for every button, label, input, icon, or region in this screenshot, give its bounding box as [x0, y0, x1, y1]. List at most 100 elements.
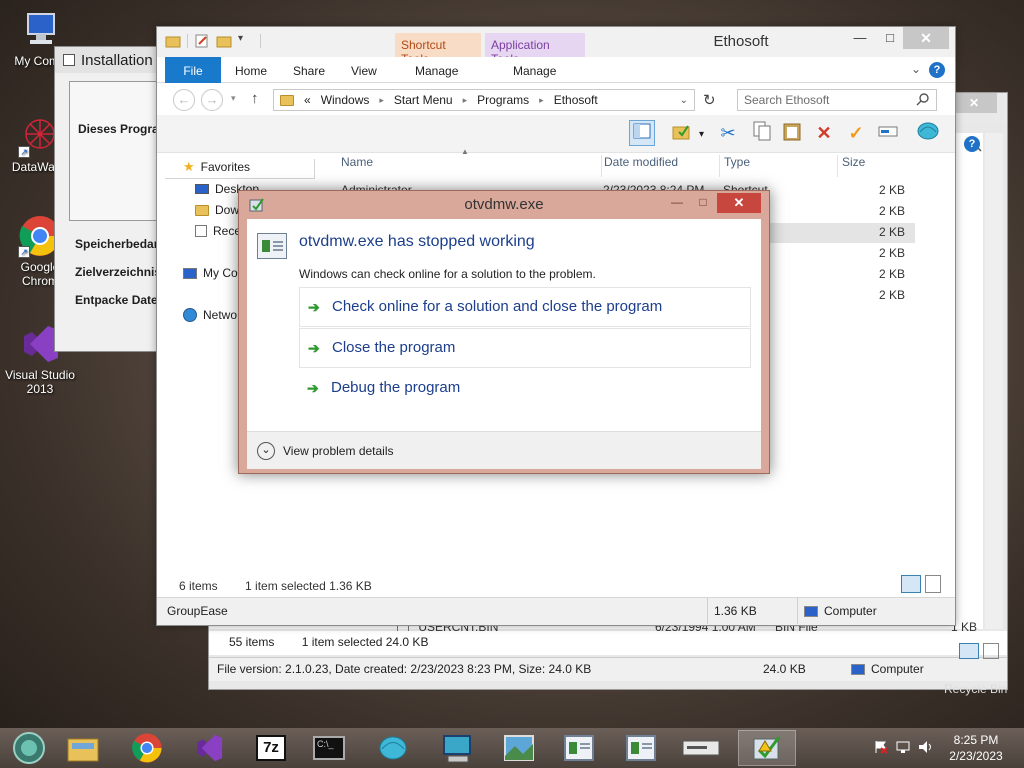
help-icon[interactable]: ? — [929, 62, 945, 78]
close-button[interactable]: ✕ — [717, 193, 761, 213]
computer-icon — [804, 605, 818, 617]
debug-program-button[interactable]: ➔ Debug the program — [299, 369, 751, 409]
command-toolbar: ▾ ✂ ✕ ✓ — [157, 115, 955, 153]
refresh-icon[interactable]: ↻ — [703, 91, 716, 109]
crash-dialog[interactable]: otvdmw.exe — □ ✕ otvdmw.exe has stopped … — [238, 190, 770, 474]
minimize-button[interactable]: — — [845, 27, 875, 49]
close-button[interactable]: ✕ — [951, 93, 997, 113]
dropdown-icon[interactable]: ▾ — [699, 129, 704, 140]
tab-share[interactable]: Share — [283, 57, 335, 83]
nav-downloads[interactable]: Dow — [195, 200, 239, 220]
close-program-button[interactable]: ➔ Close the program — [299, 328, 751, 368]
tab-file[interactable]: File — [165, 57, 221, 83]
file-size: 2 KB — [878, 225, 905, 239]
search-input[interactable]: Search Ethosoft — [737, 89, 937, 111]
recent-locations-icon[interactable]: ▾ — [231, 93, 236, 104]
nav-recent[interactable]: Rece — [195, 221, 241, 241]
window-titlebar: ▾ Shortcut Tools Application Tools Ethos… — [157, 27, 955, 66]
large-icons-view-icon[interactable] — [925, 575, 941, 593]
tab-manage-application[interactable]: Manage — [503, 57, 566, 83]
app-window-icon[interactable] — [550, 730, 608, 766]
breadcrumb-start-menu[interactable]: Start Menu — [394, 93, 453, 107]
tab-manage-shortcut[interactable]: Manage — [405, 57, 468, 83]
visual-studio-icon[interactable] — [180, 730, 238, 766]
up-arrow-icon[interactable]: ↑ — [251, 90, 259, 107]
chevron-right-icon[interactable]: ▸ — [379, 95, 384, 106]
breadcrumb-windows[interactable]: Windows — [321, 93, 370, 107]
view-toggle[interactable] — [959, 643, 999, 659]
view-toggle[interactable] — [901, 575, 941, 593]
column-header-size[interactable]: Size — [837, 155, 865, 177]
7zip-icon[interactable]: 7z — [242, 730, 300, 766]
search-icon[interactable] — [916, 92, 930, 109]
column-header-date[interactable]: Date modified — [601, 155, 678, 177]
back-button[interactable]: ← — [173, 89, 195, 111]
console-icon[interactable]: C:\_ — [300, 730, 358, 766]
green-arrow-icon: ➔ — [308, 340, 320, 356]
forward-button[interactable]: → — [201, 89, 223, 111]
vertical-scrollbar[interactable] — [985, 133, 1003, 629]
installer-icon[interactable] — [738, 730, 796, 766]
extract-files-label: Entpacke Date — [75, 293, 158, 307]
minimize-button[interactable]: — — [665, 195, 689, 211]
dialog-footer: ⌄ View problem details — [247, 431, 761, 469]
details-bar: File version: 2.1.0.23, Date created: 2/… — [209, 657, 1007, 681]
preview-pane-icon[interactable] — [629, 120, 655, 146]
network-icon[interactable] — [896, 740, 910, 757]
breadcrumb-overflow[interactable]: « — [304, 93, 311, 107]
computer-icon — [183, 267, 197, 279]
chevron-right-icon[interactable]: ▸ — [539, 95, 544, 106]
clock-date: 2/23/2023 — [949, 749, 1003, 763]
check-online-button[interactable]: ➔ Check online for a solution and close … — [299, 287, 751, 327]
large-icons-view-icon[interactable] — [983, 643, 999, 659]
disk-space-label: Speicherbedar — [75, 237, 159, 251]
folder-options-icon[interactable] — [669, 120, 695, 146]
column-header-type[interactable]: Type — [719, 155, 750, 177]
dialog-body: otvdmw.exe has stopped working Windows c… — [247, 219, 761, 431]
picture-icon[interactable] — [490, 730, 548, 766]
app-icon — [63, 54, 75, 66]
drive-icon[interactable] — [672, 730, 730, 766]
green-arrow-icon: ➔ — [308, 299, 320, 315]
tab-view[interactable]: View — [341, 57, 387, 83]
breadcrumb-ethosoft[interactable]: Ethosoft — [554, 93, 598, 107]
column-header-name[interactable]: Name — [341, 155, 373, 177]
maximize-button[interactable]: □ — [875, 27, 905, 49]
shell-icon[interactable] — [915, 120, 941, 146]
selected-item-name: GroupEase — [167, 604, 228, 618]
item-count: 55 items — [229, 635, 275, 649]
breadcrumb-programs[interactable]: Programs — [477, 93, 529, 107]
action-center-flag-icon[interactable] — [874, 740, 888, 757]
chevron-down-icon[interactable]: ⌄ — [911, 62, 921, 76]
file-explorer-icon[interactable] — [54, 730, 112, 766]
help-icon[interactable]: ? — [961, 133, 983, 155]
volume-icon[interactable] — [918, 740, 934, 757]
selection-info: 1 item selected 1.36 KB — [245, 579, 372, 593]
nav-network[interactable]: Netwo — [183, 305, 237, 325]
clock-time: 8:25 PM — [953, 733, 999, 747]
details-view-icon[interactable] — [959, 643, 979, 659]
chevron-down-icon[interactable]: ⌄ — [680, 95, 688, 106]
nav-computer[interactable]: My Co — [183, 263, 238, 283]
shell-icon[interactable] — [364, 730, 422, 766]
cut-icon[interactable]: ✂ — [715, 120, 741, 146]
address-bar[interactable]: « Windows ▸ Start Menu ▸ Programs ▸ Etho… — [273, 89, 695, 111]
app-window-icon[interactable] — [612, 730, 670, 766]
maximize-button[interactable]: □ — [691, 195, 715, 211]
properties-check-icon[interactable]: ✓ — [843, 120, 869, 146]
delete-icon[interactable]: ✕ — [811, 120, 837, 146]
start-orb-icon[interactable] — [0, 730, 58, 766]
chrome-icon[interactable] — [118, 730, 176, 766]
tab-home[interactable]: Home — [225, 57, 277, 83]
desktop-icon — [195, 184, 209, 194]
paste-icon[interactable] — [779, 120, 805, 146]
vdm-icon[interactable] — [428, 730, 486, 766]
close-button[interactable]: ✕ — [903, 27, 949, 49]
view-details-button[interactable]: ⌄ View problem details — [257, 442, 394, 460]
copy-icon[interactable] — [749, 120, 775, 146]
details-view-icon[interactable] — [901, 575, 921, 593]
green-arrow-icon: ➔ — [307, 380, 319, 396]
rename-icon[interactable] — [875, 120, 901, 146]
chevron-right-icon[interactable]: ▸ — [463, 95, 468, 106]
clock[interactable]: 8:25 PM 2/23/2023 — [938, 732, 1014, 764]
